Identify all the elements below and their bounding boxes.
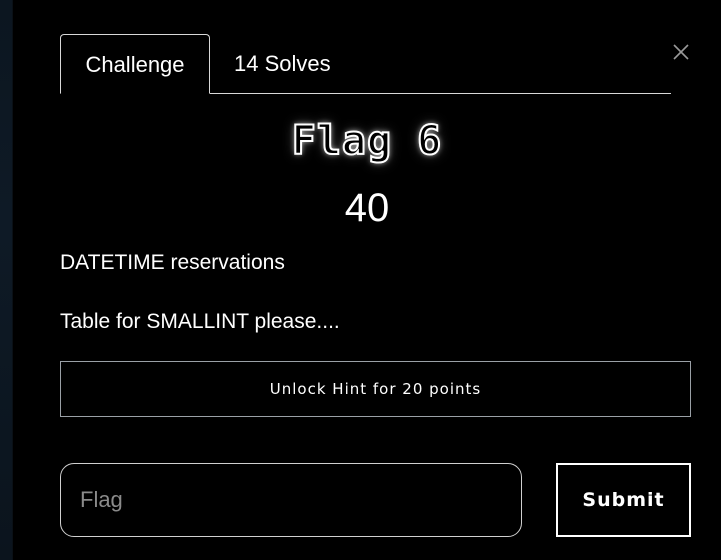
challenge-description-line: DATETIME reservations bbox=[60, 251, 285, 274]
tab-solves[interactable]: 14 Solves bbox=[234, 34, 354, 93]
challenge-points: 40 bbox=[344, 186, 390, 230]
page-backdrop bbox=[0, 0, 12, 560]
challenge-description-line: Table for SMALLINT please.... bbox=[60, 310, 340, 333]
unlock-hint-button[interactable]: Unlock Hint for 20 points bbox=[60, 361, 691, 417]
close-icon bbox=[673, 44, 689, 60]
tab-challenge[interactable]: Challenge bbox=[60, 34, 210, 94]
challenge-title: Flag 6 bbox=[291, 117, 443, 165]
tab-bar: Challenge 14 Solves bbox=[60, 34, 671, 94]
submit-button[interactable]: Submit bbox=[556, 463, 691, 537]
close-button[interactable] bbox=[670, 41, 692, 63]
flag-input[interactable] bbox=[60, 463, 522, 537]
